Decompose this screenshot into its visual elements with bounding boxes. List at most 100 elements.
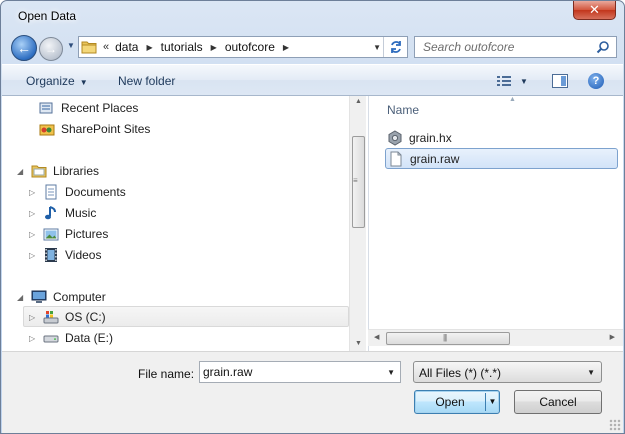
nav-label: Computer	[53, 290, 106, 304]
grip-icon: ≡	[353, 176, 358, 185]
file-item-grain-raw[interactable]: grain.raw	[385, 148, 618, 169]
file-name: grain.hx	[409, 130, 452, 145]
nav-item-data-e[interactable]: ▷ Data (E:)	[29, 328, 113, 348]
nav-item-music[interactable]: ▷ Music	[29, 203, 96, 223]
search-input[interactable]	[423, 37, 603, 57]
column-header-name[interactable]: Name	[387, 103, 419, 117]
refresh-icon[interactable]	[383, 37, 407, 57]
file-name-label: File name:	[138, 367, 195, 381]
nav-item-videos[interactable]: ▷ Videos	[29, 245, 101, 265]
nav-label: Documents	[65, 185, 126, 199]
expander-icon[interactable]: ▷	[29, 209, 39, 218]
nav-item-sharepoint-sites[interactable]: SharePoint Sites	[25, 119, 150, 139]
nav-label: Music	[65, 206, 97, 220]
breadcrumb-overflow[interactable]: «	[103, 41, 109, 53]
drive-c-icon	[43, 309, 59, 325]
resize-grip-icon[interactable]	[609, 419, 621, 431]
content-area: Recent Places SharePoint Sites ◢ Librari…	[2, 96, 623, 351]
nav-label: Pictures	[65, 227, 109, 241]
nav-item-recent-places[interactable]: Recent Places	[25, 98, 138, 118]
scroll-right-icon[interactable]: ▶	[610, 333, 615, 341]
collapse-icon[interactable]: ◢	[17, 167, 27, 176]
scroll-left-icon[interactable]: ◀	[374, 333, 379, 341]
raw-file-icon	[388, 151, 404, 167]
expander-icon[interactable]: ▷	[29, 334, 39, 343]
scroll-up-icon[interactable]: ▲	[355, 98, 362, 105]
file-list-scrollbar[interactable]: ◀ ||| ▶	[368, 329, 623, 346]
hx-file-icon	[387, 129, 403, 146]
documents-icon	[43, 184, 59, 200]
expander-icon[interactable]: ▷	[29, 313, 39, 322]
organize-label: Organize	[26, 74, 75, 88]
details-view-icon	[497, 76, 511, 86]
navigation-pane: Recent Places SharePoint Sites ◢ Librari…	[2, 96, 349, 351]
preview-pane-icon[interactable]	[552, 74, 568, 88]
nav-label: OS (C:)	[65, 310, 106, 324]
expander-icon[interactable]: ▷	[29, 251, 39, 260]
open-data-dialog: Open Data ✕ ← → ▼ « data ▶ tutorials ▶ o…	[0, 0, 625, 434]
command-toolbar: Organize ▼ New folder ▼ ?	[2, 64, 623, 96]
breadcrumb-outofcore[interactable]: outofcore	[225, 40, 275, 54]
nav-item-libraries[interactable]: ◢ Libraries	[17, 161, 99, 181]
sharepoint-icon	[39, 121, 55, 137]
chevron-down-icon: ▼	[79, 78, 88, 87]
videos-icon	[43, 247, 59, 263]
change-view-button[interactable]: ▼	[496, 73, 532, 89]
open-options-dropdown-icon[interactable]: ▼	[485, 393, 499, 411]
expander-icon[interactable]: ▷	[29, 230, 39, 239]
file-type-select[interactable]: All Files (*) (*.*) ▼	[413, 361, 602, 383]
scroll-thumb[interactable]: |||	[386, 332, 510, 345]
breadcrumb-data[interactable]: data	[115, 40, 138, 54]
window-title: Open Data	[18, 9, 77, 23]
chevron-down-icon[interactable]: ▼	[387, 368, 395, 377]
breadcrumb-tutorials[interactable]: tutorials	[161, 40, 203, 54]
nav-label: SharePoint Sites	[61, 122, 151, 136]
chevron-down-icon: ▼	[520, 76, 528, 86]
navigation-scrollbar[interactable]: ▲ ≡ ▼	[349, 96, 366, 351]
grip-icon: |||	[443, 333, 447, 342]
pictures-icon	[43, 226, 59, 242]
breadcrumb-separator-icon[interactable]: ▶	[211, 43, 217, 52]
cancel-button[interactable]: Cancel	[514, 390, 602, 414]
sort-ascending-icon: ▲	[509, 96, 516, 103]
dialog-footer: File name: ▼ All Files (*) (*.*) ▼ Open …	[2, 351, 623, 433]
nav-item-documents[interactable]: ▷ Documents	[29, 182, 126, 202]
nav-item-pictures[interactable]: ▷ Pictures	[29, 224, 108, 244]
file-name-combobox[interactable]: ▼	[199, 361, 401, 383]
search-box[interactable]	[414, 36, 617, 58]
nav-item-os-c[interactable]: ▷ OS (C:)	[29, 307, 106, 327]
folder-icon	[79, 37, 99, 57]
recent-locations-dropdown-icon[interactable]: ▼	[67, 41, 75, 50]
breadcrumb-separator-icon[interactable]: ▶	[146, 43, 152, 52]
nav-label: Data (E:)	[65, 331, 114, 345]
open-button-label: Open	[435, 395, 465, 409]
music-icon	[43, 205, 59, 221]
expander-icon[interactable]: ▷	[29, 188, 39, 197]
address-bar[interactable]: « data ▶ tutorials ▶ outofcore ▶ ▼	[78, 36, 408, 58]
nav-item-computer[interactable]: ◢ Computer	[17, 287, 106, 307]
file-list: ▲ Name grain.hx grain.raw	[368, 96, 623, 351]
file-name-input[interactable]	[200, 362, 380, 382]
help-icon[interactable]: ?	[588, 73, 604, 89]
new-folder-button[interactable]: New folder	[118, 74, 175, 88]
breadcrumb-separator-icon[interactable]: ▶	[283, 43, 289, 52]
computer-icon	[31, 289, 47, 305]
drive-e-icon	[43, 330, 59, 346]
nav-label: Videos	[65, 248, 102, 262]
chevron-down-icon: ▼	[587, 368, 595, 377]
nav-label: Recent Places	[61, 101, 139, 115]
file-item-grain-hx[interactable]: grain.hx	[385, 127, 618, 148]
back-button[interactable]: ←	[11, 35, 37, 61]
address-dropdown-icon[interactable]: ▼	[373, 43, 381, 52]
file-name: grain.raw	[410, 151, 460, 166]
organize-menu[interactable]: Organize ▼	[26, 74, 88, 88]
collapse-icon[interactable]: ◢	[17, 293, 27, 302]
title-bar[interactable]: Open Data ✕	[1, 1, 624, 31]
close-button[interactable]: ✕	[573, 1, 616, 20]
forward-button[interactable]: →	[39, 37, 63, 61]
nav-label: Libraries	[53, 164, 100, 178]
search-icon[interactable]	[596, 40, 610, 54]
file-type-value: All Files (*) (*.*)	[419, 366, 502, 380]
scroll-down-icon[interactable]: ▼	[355, 340, 362, 347]
open-button[interactable]: Open ▼	[414, 390, 500, 414]
